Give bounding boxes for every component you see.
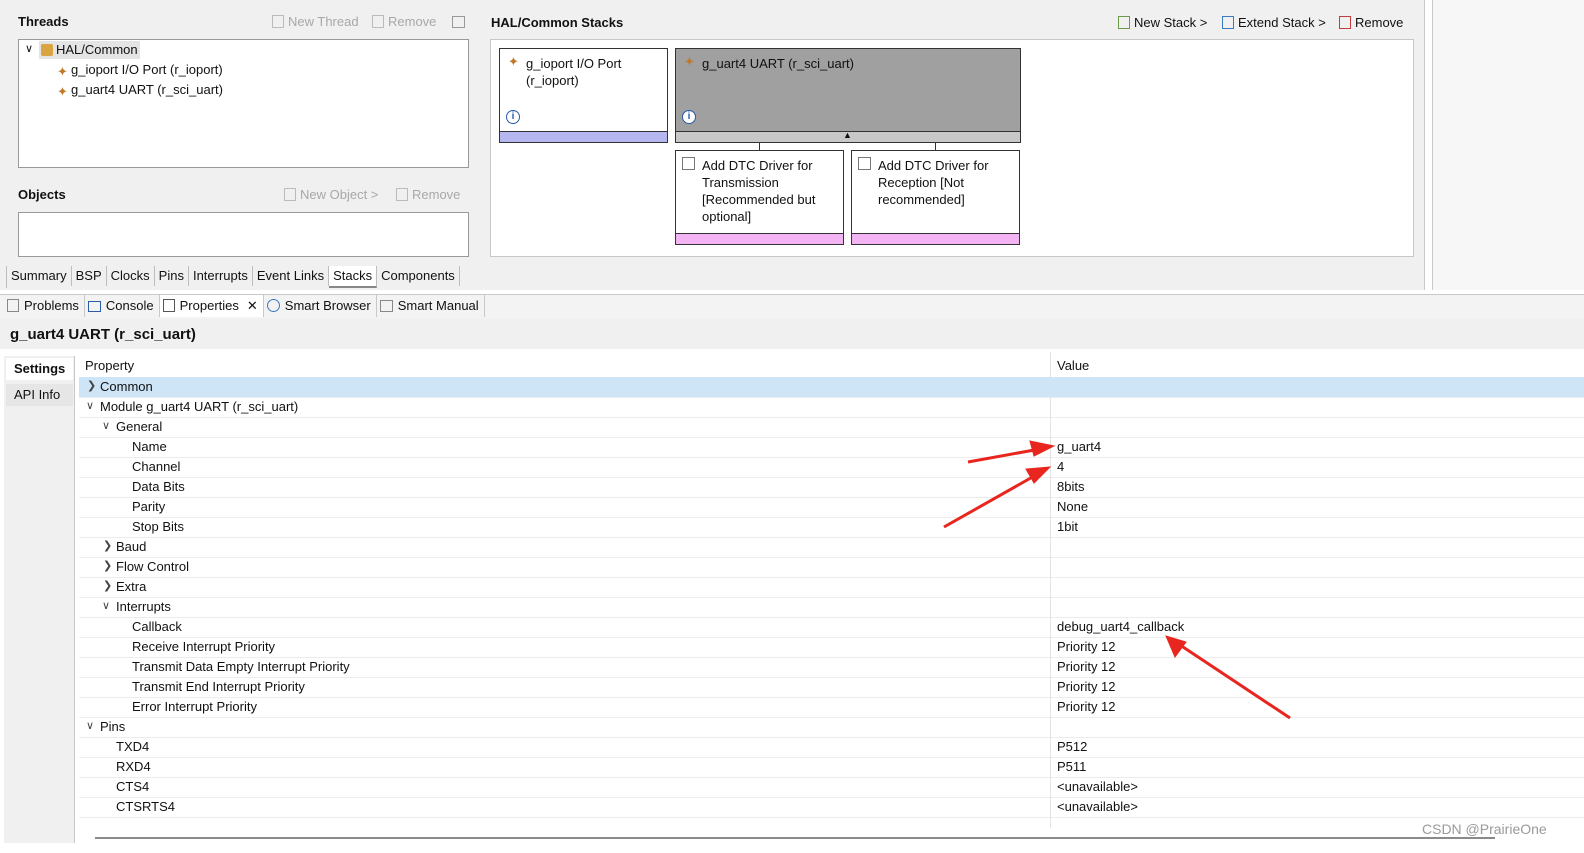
- annotation-arrow: [1179, 643, 1291, 720]
- annotation-arrow-head: [1165, 635, 1187, 659]
- annotation-arrow-head: [1029, 440, 1056, 457]
- watermark: CSDN @PrairieOne: [1422, 821, 1547, 837]
- annotation-arrow: [967, 447, 1041, 464]
- annotation-arrow-head: [1025, 466, 1052, 484]
- annotation-arrow: [943, 473, 1037, 529]
- annotation-arrows: [943, 440, 1291, 720]
